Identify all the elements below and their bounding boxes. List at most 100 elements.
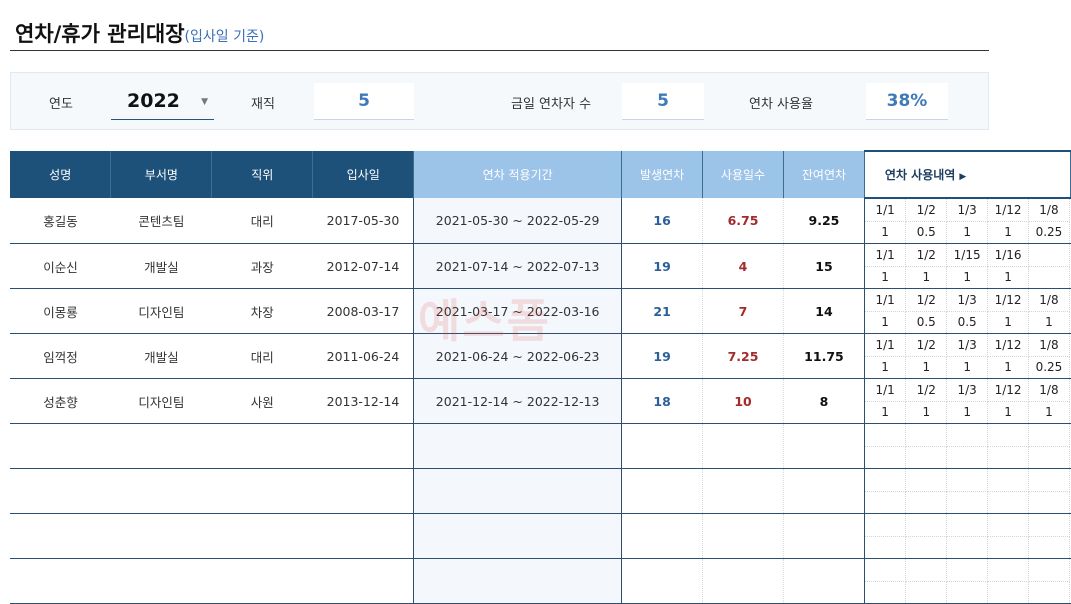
history-days[interactable]: 1 xyxy=(946,221,989,243)
empty-cell[interactable] xyxy=(211,423,313,469)
history-empty[interactable] xyxy=(946,446,989,468)
history-days[interactable] xyxy=(1028,266,1070,288)
history-days[interactable]: 1 xyxy=(864,311,907,333)
history-date[interactable]: 1/12 xyxy=(987,199,1029,222)
history-empty[interactable] xyxy=(946,469,989,492)
cell-used[interactable]: 4 xyxy=(702,243,784,289)
history-date[interactable]: 1/3 xyxy=(946,199,989,222)
cell-used[interactable]: 6.75 xyxy=(702,198,784,244)
cell-generated[interactable]: 19 xyxy=(621,243,704,289)
empty-cell[interactable] xyxy=(863,423,1071,469)
empty-cell[interactable] xyxy=(702,513,784,559)
cell-period[interactable]: 2021-12-14 ~ 2022-12-13 xyxy=(413,378,623,424)
empty-cell[interactable] xyxy=(783,513,865,559)
history-empty[interactable] xyxy=(1028,446,1070,468)
history-empty[interactable] xyxy=(946,581,989,603)
history-days[interactable]: 1 xyxy=(905,266,948,288)
empty-cell[interactable] xyxy=(702,423,784,469)
history-empty[interactable] xyxy=(946,514,989,537)
history-days[interactable]: 1 xyxy=(946,266,989,288)
history-empty[interactable] xyxy=(946,424,989,447)
empty-cell[interactable] xyxy=(211,558,313,604)
cell-period[interactable]: 2021-06-24 ~ 2022-06-23 xyxy=(413,333,623,379)
history-empty[interactable] xyxy=(1028,514,1070,537)
empty-cell[interactable] xyxy=(110,423,212,469)
empty-cell[interactable] xyxy=(621,423,704,469)
history-date[interactable]: 1/12 xyxy=(987,334,1029,357)
history-empty[interactable] xyxy=(905,446,948,468)
history-days[interactable]: 1 xyxy=(864,356,907,378)
history-date[interactable]: 1/3 xyxy=(946,334,989,357)
history-date[interactable]: 1/8 xyxy=(1028,379,1070,402)
history-date[interactable]: 1/16 xyxy=(987,244,1029,267)
empty-cell[interactable] xyxy=(413,468,623,514)
history-date[interactable]: 1/12 xyxy=(987,289,1029,312)
cell-period[interactable]: 2021-05-30 ~ 2022-05-29 xyxy=(413,198,623,244)
history-empty[interactable] xyxy=(987,424,1029,447)
chevron-down-icon[interactable]: ▼ xyxy=(201,97,208,107)
cell-hire-date[interactable]: 2012-07-14 xyxy=(312,243,414,289)
empty-cell[interactable] xyxy=(783,558,865,604)
cell-generated[interactable]: 21 xyxy=(621,288,704,334)
empty-cell[interactable] xyxy=(863,558,1071,604)
cell-name[interactable]: 이몽룡 xyxy=(10,288,111,334)
year-select[interactable]: 2022 ▼ xyxy=(111,83,214,120)
history-date[interactable] xyxy=(1028,244,1070,267)
cell-dept[interactable]: 디자인팀 xyxy=(110,378,212,424)
empty-cell[interactable] xyxy=(863,513,1071,559)
history-days[interactable]: 1 xyxy=(864,401,907,423)
cell-hire-date[interactable]: 2017-05-30 xyxy=(312,198,414,244)
cell-position[interactable]: 대리 xyxy=(211,333,313,379)
cell-remaining[interactable]: 11.75 xyxy=(783,333,865,379)
cell-remaining[interactable]: 15 xyxy=(783,243,865,289)
history-empty[interactable] xyxy=(905,469,948,492)
history-date[interactable]: 1/15 xyxy=(946,244,989,267)
empty-cell[interactable] xyxy=(10,423,111,469)
history-date[interactable]: 1/2 xyxy=(905,334,948,357)
history-date[interactable]: 1/1 xyxy=(864,334,907,357)
empty-cell[interactable] xyxy=(110,558,212,604)
history-empty[interactable] xyxy=(905,491,948,513)
history-days[interactable]: 1 xyxy=(864,266,907,288)
empty-cell[interactable] xyxy=(702,558,784,604)
cell-name[interactable]: 성춘향 xyxy=(10,378,111,424)
history-days[interactable]: 1 xyxy=(987,221,1029,243)
cell-hire-date[interactable]: 2011-06-24 xyxy=(312,333,414,379)
history-empty[interactable] xyxy=(946,491,989,513)
history-date[interactable]: 1/8 xyxy=(1028,334,1070,357)
history-date[interactable]: 1/1 xyxy=(864,244,907,267)
history-date[interactable]: 1/8 xyxy=(1028,199,1070,222)
cell-position[interactable]: 차장 xyxy=(211,288,313,334)
empty-cell[interactable] xyxy=(10,513,111,559)
history-empty[interactable] xyxy=(905,536,948,558)
history-date[interactable]: 1/2 xyxy=(905,199,948,222)
cell-name[interactable]: 홍길동 xyxy=(10,198,111,244)
empty-cell[interactable] xyxy=(621,513,704,559)
history-empty[interactable] xyxy=(987,581,1029,603)
empty-cell[interactable] xyxy=(312,558,414,604)
empty-cell[interactable] xyxy=(702,468,784,514)
cell-used[interactable]: 7 xyxy=(702,288,784,334)
history-days[interactable]: 1 xyxy=(987,401,1029,423)
history-empty[interactable] xyxy=(905,514,948,537)
history-empty[interactable] xyxy=(987,469,1029,492)
history-empty[interactable] xyxy=(864,446,907,468)
empty-cell[interactable] xyxy=(10,468,111,514)
empty-cell[interactable] xyxy=(621,558,704,604)
empty-cell[interactable] xyxy=(863,468,1071,514)
history-empty[interactable] xyxy=(946,536,989,558)
history-empty[interactable] xyxy=(864,559,907,582)
cell-generated[interactable]: 16 xyxy=(621,198,704,244)
history-days[interactable]: 0.25 xyxy=(1028,356,1070,378)
cell-name[interactable]: 이순신 xyxy=(10,243,111,289)
history-days[interactable]: 0.25 xyxy=(1028,221,1070,243)
history-empty[interactable] xyxy=(1028,491,1070,513)
cell-dept[interactable]: 개발실 xyxy=(110,243,212,289)
history-days[interactable]: 1 xyxy=(946,401,989,423)
empty-cell[interactable] xyxy=(10,558,111,604)
history-empty[interactable] xyxy=(987,514,1029,537)
history-empty[interactable] xyxy=(905,424,948,447)
empty-cell[interactable] xyxy=(312,513,414,559)
history-date[interactable]: 1/2 xyxy=(905,289,948,312)
cell-generated[interactable]: 19 xyxy=(621,333,704,379)
